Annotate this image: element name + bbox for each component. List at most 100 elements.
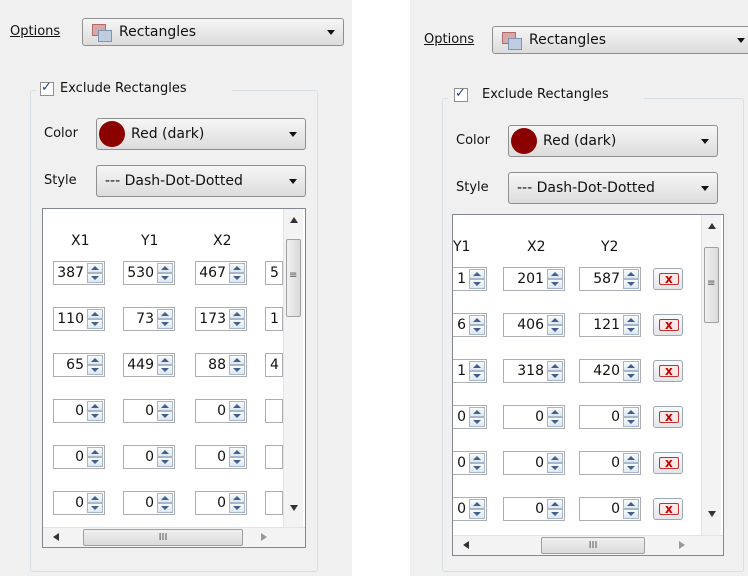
number-spinbox[interactable]: 0 xyxy=(123,399,175,423)
number-spinbox[interactable]: 0 xyxy=(53,491,105,515)
spin-up-icon[interactable] xyxy=(469,361,485,371)
number-spinbox[interactable]: 173 xyxy=(195,307,247,331)
spin-up-icon[interactable] xyxy=(469,315,485,325)
exclude-checkbox[interactable]: ✓ xyxy=(40,81,54,96)
number-spinbox[interactable]: 0 xyxy=(195,445,247,469)
spin-down-icon[interactable] xyxy=(623,509,639,519)
number-spinbox[interactable]: 6 xyxy=(453,313,487,337)
spin-up-icon[interactable] xyxy=(229,355,245,365)
number-spinbox[interactable]: 4 xyxy=(265,353,283,377)
spin-down-icon[interactable] xyxy=(229,365,245,375)
style-combo[interactable]: --- Dash-Dot-Dotted xyxy=(96,165,306,197)
spin-down-icon[interactable] xyxy=(547,509,563,519)
scroll-down-icon[interactable] xyxy=(708,511,716,517)
spin-down-icon[interactable] xyxy=(87,365,103,375)
spin-up-icon[interactable] xyxy=(87,355,103,365)
number-spinbox[interactable]: 0 xyxy=(579,497,641,521)
scroll-up-icon[interactable] xyxy=(708,223,716,229)
number-spinbox[interactable]: 0 xyxy=(453,405,487,429)
number-spinbox[interactable] xyxy=(265,445,283,469)
spin-up-icon[interactable] xyxy=(229,263,245,273)
number-spinbox[interactable]: 0 xyxy=(53,399,105,423)
number-spinbox[interactable]: 0 xyxy=(503,451,565,475)
options-combo[interactable]: Rectangles xyxy=(492,26,748,54)
number-spinbox[interactable]: 0 xyxy=(195,491,247,515)
spin-up-icon[interactable] xyxy=(623,453,639,463)
spin-up-icon[interactable] xyxy=(87,401,103,411)
number-spinbox[interactable]: 467 xyxy=(195,261,247,285)
number-spinbox[interactable]: 420 xyxy=(579,359,641,383)
spin-up-icon[interactable] xyxy=(469,453,485,463)
spin-down-icon[interactable] xyxy=(547,279,563,289)
spin-down-icon[interactable] xyxy=(547,371,563,381)
number-spinbox[interactable]: 0 xyxy=(453,497,487,521)
spin-up-icon[interactable] xyxy=(547,499,563,509)
spin-down-icon[interactable] xyxy=(229,411,245,421)
spin-up-icon[interactable] xyxy=(229,309,245,319)
spin-up-icon[interactable] xyxy=(623,315,639,325)
scroll-up-icon[interactable] xyxy=(290,217,298,223)
spin-down-icon[interactable] xyxy=(229,273,245,283)
number-spinbox[interactable]: 73 xyxy=(123,307,175,331)
options-combo[interactable]: Rectangles xyxy=(82,18,344,46)
spin-down-icon[interactable] xyxy=(229,319,245,329)
scroll-thumb[interactable]: III xyxy=(541,537,645,554)
spin-up-icon[interactable] xyxy=(229,493,245,503)
spin-down-icon[interactable] xyxy=(157,273,173,283)
spin-down-icon[interactable] xyxy=(623,279,639,289)
spin-down-icon[interactable] xyxy=(157,503,173,513)
spin-up-icon[interactable] xyxy=(469,407,485,417)
horizontal-scrollbar[interactable]: III xyxy=(453,535,723,555)
number-spinbox[interactable]: 5 xyxy=(265,261,283,285)
spin-down-icon[interactable] xyxy=(87,411,103,421)
spin-down-icon[interactable] xyxy=(547,325,563,335)
number-spinbox[interactable]: 201 xyxy=(503,267,565,291)
spin-up-icon[interactable] xyxy=(87,309,103,319)
number-spinbox[interactable]: 406 xyxy=(503,313,565,337)
number-spinbox[interactable]: 110 xyxy=(53,307,105,331)
scroll-thumb[interactable]: ≡ xyxy=(704,247,719,323)
number-spinbox[interactable]: 0 xyxy=(123,445,175,469)
spin-down-icon[interactable] xyxy=(87,457,103,467)
spin-down-icon[interactable] xyxy=(157,411,173,421)
spin-up-icon[interactable] xyxy=(469,499,485,509)
spin-up-icon[interactable] xyxy=(87,263,103,273)
spin-up-icon[interactable] xyxy=(547,315,563,325)
number-spinbox[interactable] xyxy=(265,399,283,423)
spin-up-icon[interactable] xyxy=(229,401,245,411)
spin-up-icon[interactable] xyxy=(547,407,563,417)
scroll-left-icon[interactable] xyxy=(463,541,469,549)
vertical-scrollbar[interactable]: ≡ xyxy=(283,209,303,527)
spin-up-icon[interactable] xyxy=(547,269,563,279)
spin-down-icon[interactable] xyxy=(229,503,245,513)
scroll-thumb[interactable]: ≡ xyxy=(286,239,301,317)
spin-up-icon[interactable] xyxy=(547,361,563,371)
spin-down-icon[interactable] xyxy=(623,417,639,427)
spin-up-icon[interactable] xyxy=(623,361,639,371)
number-spinbox[interactable]: 1 xyxy=(453,267,487,291)
spin-up-icon[interactable] xyxy=(157,493,173,503)
number-spinbox[interactable]: 121 xyxy=(579,313,641,337)
spin-down-icon[interactable] xyxy=(547,463,563,473)
number-spinbox[interactable]: 530 xyxy=(123,261,175,285)
spin-up-icon[interactable] xyxy=(157,401,173,411)
spin-down-icon[interactable] xyxy=(229,457,245,467)
scroll-down-icon[interactable] xyxy=(290,505,298,511)
number-spinbox[interactable]: 0 xyxy=(503,405,565,429)
number-spinbox[interactable]: 0 xyxy=(195,399,247,423)
exclude-checkbox[interactable]: ✓ xyxy=(454,87,468,102)
number-spinbox[interactable]: 1 xyxy=(453,359,487,383)
number-spinbox[interactable]: 0 xyxy=(53,445,105,469)
spin-down-icon[interactable] xyxy=(469,371,485,381)
spin-down-icon[interactable] xyxy=(87,273,103,283)
spin-up-icon[interactable] xyxy=(547,453,563,463)
spin-down-icon[interactable] xyxy=(87,503,103,513)
spin-down-icon[interactable] xyxy=(469,463,485,473)
spin-up-icon[interactable] xyxy=(623,269,639,279)
spin-down-icon[interactable] xyxy=(87,319,103,329)
color-combo[interactable]: Red (dark) xyxy=(508,125,718,157)
vertical-scrollbar[interactable]: ≡ xyxy=(701,215,721,535)
spin-up-icon[interactable] xyxy=(623,407,639,417)
spin-down-icon[interactable] xyxy=(157,457,173,467)
scroll-left-icon[interactable] xyxy=(53,533,59,541)
